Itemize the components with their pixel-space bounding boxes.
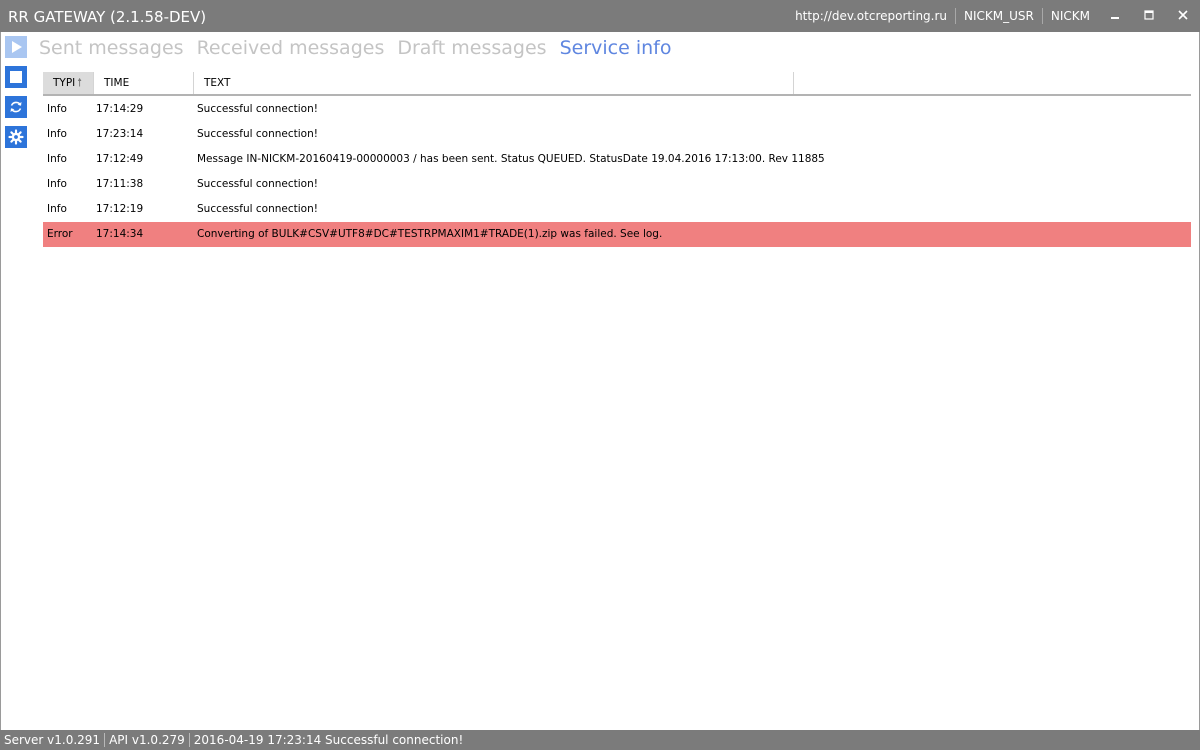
close-button[interactable] — [1166, 0, 1200, 32]
table-row[interactable]: Info 17:12:19 Successful connection! — [43, 197, 1191, 222]
cell-text: Successful connection! — [197, 178, 318, 190]
tab-sent-messages[interactable]: Sent messages — [39, 36, 184, 60]
cell-text: Successful connection! — [197, 103, 318, 115]
table-row[interactable]: Info 17:12:49 Message IN-NICKM-20160419-… — [43, 147, 1191, 172]
cell-type: Info — [47, 103, 67, 115]
column-header-text[interactable]: TEXT — [194, 72, 794, 94]
cell-time: 17:12:19 — [96, 203, 144, 215]
column-header-type-label: TYPI — [53, 77, 76, 89]
play-icon — [9, 40, 23, 54]
cell-type: Info — [47, 153, 67, 165]
api-version: API v1.0.279 — [105, 733, 190, 747]
table-row[interactable]: Info 17:23:14 Successful connection! — [43, 122, 1191, 147]
table-row-error[interactable]: Error 17:14:34 Converting of BULK#CSV#UT… — [43, 222, 1191, 247]
cell-time: 17:12:49 — [96, 153, 144, 165]
maximize-icon — [1144, 9, 1154, 24]
refresh-icon — [9, 100, 23, 114]
left-toolbar — [5, 36, 29, 156]
account-link[interactable]: NICKM — [1043, 8, 1098, 24]
cell-time: 17:11:38 — [96, 178, 144, 190]
minimize-button[interactable] — [1098, 0, 1132, 32]
tab-bar: Sent messages Received messages Draft me… — [39, 36, 684, 60]
tab-draft-messages[interactable]: Draft messages — [397, 36, 546, 60]
cell-text: Successful connection! — [197, 203, 318, 215]
tab-service-info[interactable]: Service info — [560, 36, 672, 60]
title-bar: RR GATEWAY (2.1.58-DEV) http://dev.otcre… — [0, 0, 1200, 32]
last-status-message: 2016-04-19 17:23:14 Successful connectio… — [193, 733, 464, 747]
cell-type: Error — [47, 228, 73, 240]
server-version: Server v1.0.291 — [0, 733, 106, 747]
user-link[interactable]: NICKM_USR — [956, 8, 1043, 24]
tab-received-messages[interactable]: Received messages — [197, 36, 385, 60]
table-row[interactable]: Info 17:14:29 Successful connection! — [43, 97, 1191, 122]
cell-time: 17:14:29 — [96, 103, 144, 115]
stop-button[interactable] — [5, 66, 27, 88]
cell-text: Converting of BULK#CSV#UTF8#DC#TESTRPMAX… — [197, 228, 663, 240]
service-info-grid: TYPI 🠕 TIME TEXT Info 17:14:29 Successful… — [43, 72, 1191, 247]
stop-icon — [9, 70, 23, 84]
refresh-button[interactable] — [5, 96, 27, 118]
play-button[interactable] — [5, 36, 27, 58]
cell-text: Successful connection! — [197, 128, 318, 140]
cell-time: 17:14:34 — [96, 228, 144, 240]
cell-type: Info — [47, 178, 67, 190]
cell-type: Info — [47, 203, 67, 215]
title-bar-right: http://dev.otcreporting.ru NICKM_USR NIC… — [787, 0, 1200, 32]
server-url-link[interactable]: http://dev.otcreporting.ru — [787, 8, 957, 24]
settings-button[interactable] — [5, 126, 27, 148]
window-frame-left — [0, 32, 1, 730]
cell-text: Message IN-NICKM-20160419-00000003 / has… — [197, 153, 825, 165]
status-bar: Server v1.0.291 API v1.0.279 2016-04-19 … — [0, 730, 1200, 750]
cell-type: Info — [47, 128, 67, 140]
grid-header: TYPI 🠕 TIME TEXT — [43, 72, 1191, 96]
minimize-icon — [1110, 9, 1120, 24]
column-header-time[interactable]: TIME — [94, 72, 194, 94]
column-header-type[interactable]: TYPI 🠕 — [43, 72, 94, 94]
gear-icon — [8, 129, 24, 145]
maximize-button[interactable] — [1132, 0, 1166, 32]
sort-ascending-icon: 🠕 — [77, 76, 82, 89]
close-icon — [1178, 9, 1188, 24]
window-title: RR GATEWAY (2.1.58-DEV) — [8, 8, 207, 26]
table-row[interactable]: Info 17:11:38 Successful connection! — [43, 172, 1191, 197]
grid-rows: Info 17:14:29 Successful connection! Inf… — [43, 97, 1191, 247]
cell-time: 17:23:14 — [96, 128, 144, 140]
